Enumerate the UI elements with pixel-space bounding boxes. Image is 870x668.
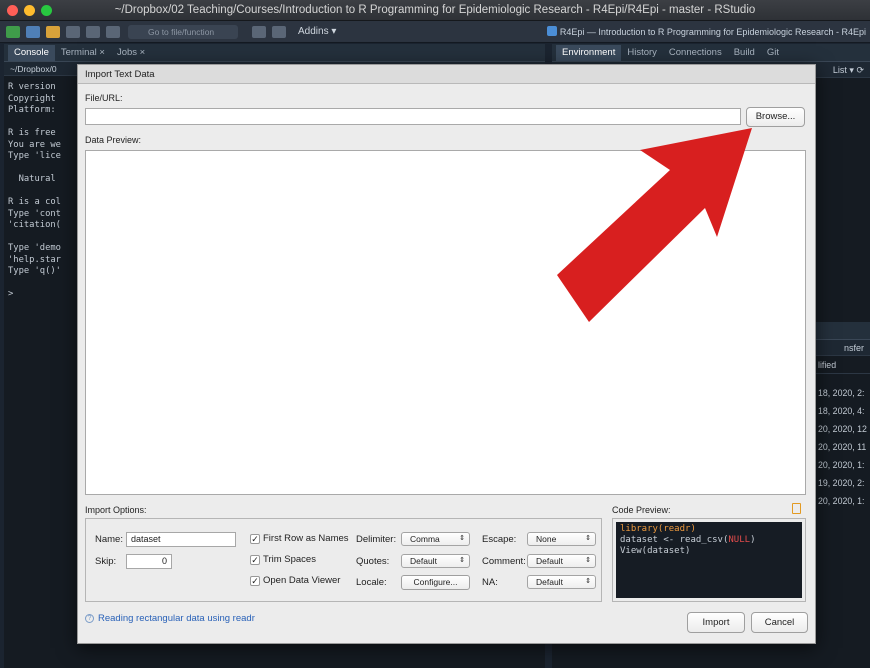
file-url-label: File/URL: (85, 93, 123, 103)
list-view-label: List ▾ (832, 65, 854, 75)
files-transfer-label[interactable]: nsfer (844, 343, 864, 353)
tab-environment[interactable]: Environment (556, 45, 622, 61)
code-preview-panel: library(readr) dataset <- read_csv(NULL)… (612, 518, 806, 602)
refresh-icon[interactable]: ⟳ (856, 65, 864, 75)
quotes-select[interactable]: Default ⇕ (401, 554, 470, 568)
import-options-panel: Name: dataset Skip: 0 ✓ First Row as Name… (85, 518, 602, 602)
open-viewer-label: Open Data Viewer (263, 575, 341, 586)
select-arrow-icon: ⇕ (585, 578, 591, 585)
window-title: ~/Dropbox/02 Teaching/Courses/Introducti… (114, 4, 756, 16)
select-arrow-icon: ⇕ (585, 535, 591, 542)
code-paren: ) (750, 535, 756, 545)
print-icon[interactable] (106, 25, 120, 38)
escape-value: None (536, 534, 557, 544)
na-value: Default (536, 577, 563, 587)
comment-value: Default (536, 556, 563, 566)
project-label: R4Epi — Introduction to R Programming fo… (559, 27, 866, 37)
delimiter-value: Comma (410, 534, 440, 544)
save-all-icon[interactable] (86, 25, 100, 38)
name-input[interactable]: dataset (126, 532, 236, 547)
cancel-button[interactable]: Cancel (751, 612, 808, 633)
import-options-label: Import Options: (85, 505, 147, 515)
escape-select[interactable]: None ⇕ (527, 532, 596, 546)
skip-input[interactable]: 0 (126, 554, 172, 569)
environment-tabs: Environment History Connections Build Gi… (552, 44, 870, 62)
select-arrow-icon: ⇕ (585, 557, 591, 564)
quotes-label: Quotes: (356, 556, 390, 567)
tab-history[interactable]: History (621, 45, 663, 61)
console-tabs: Console Terminal × Jobs × (4, 44, 545, 62)
code-preview[interactable]: library(readr) dataset <- read_csv(NULL)… (616, 522, 802, 598)
main-toolbar: Go to file/function Addins ▾ R4Epi — Int… (0, 21, 870, 43)
window-controls (7, 5, 52, 16)
open-file-icon[interactable] (46, 25, 60, 38)
minimize-window-icon[interactable] (24, 5, 35, 16)
delimiter-label: Delimiter: (356, 534, 397, 545)
trim-spaces-check-icon: ✓ (250, 554, 260, 565)
window-titlebar: ~/Dropbox/02 Teaching/Courses/Introducti… (0, 0, 870, 21)
code-line-view: View(dataset) (620, 546, 691, 556)
select-arrow-icon: ⇕ (459, 557, 465, 564)
help-link-text: Reading rectangular data using readr (98, 613, 255, 624)
code-preview-label: Code Preview: (612, 505, 671, 515)
import-text-data-dialog: Import Text Data File/URL: Browse... Dat… (77, 64, 816, 644)
trim-spaces-label: Trim Spaces (263, 554, 316, 565)
close-window-icon[interactable] (7, 5, 18, 16)
name-label: Name: (95, 534, 123, 545)
tab-jobs[interactable]: Jobs × (111, 45, 151, 61)
na-label: NA: (482, 577, 498, 588)
tab-build[interactable]: Build (728, 45, 761, 61)
na-select[interactable]: Default ⇕ (527, 575, 596, 589)
skip-label: Skip: (95, 556, 117, 567)
comment-label: Comment: (482, 556, 526, 567)
new-file-icon[interactable] (6, 25, 20, 38)
new-project-icon[interactable] (26, 25, 40, 38)
readr-help-link[interactable]: ? Reading rectangular data using readr (85, 613, 255, 624)
first-row-label: First Row as Names (263, 533, 349, 544)
tab-terminal[interactable]: Terminal × (55, 45, 111, 61)
locale-label: Locale: (356, 577, 387, 588)
project-icon (546, 26, 557, 36)
open-data-viewer-checkbox[interactable]: ✓ Open Data Viewer (250, 575, 340, 586)
first-row-check-icon: ✓ (250, 533, 260, 544)
save-icon[interactable] (66, 25, 80, 38)
data-preview-area (85, 150, 806, 495)
open-viewer-check-icon: ✓ (250, 575, 260, 586)
goto-file-input[interactable]: Go to file/function (128, 24, 238, 39)
comment-select[interactable]: Default ⇕ (527, 554, 596, 568)
tab-git[interactable]: Git (761, 45, 785, 61)
trim-spaces-checkbox[interactable]: ✓ Trim Spaces (250, 554, 316, 565)
select-arrow-icon: ⇕ (459, 535, 465, 542)
dialog-title: Import Text Data (78, 65, 815, 84)
code-null-token: NULL (728, 535, 751, 545)
copy-clipboard-icon[interactable] (792, 503, 801, 514)
zoom-window-icon[interactable] (41, 5, 52, 16)
project-menu[interactable]: R4Epi — Introduction to R Programming fo… (546, 21, 866, 43)
tab-console[interactable]: Console (8, 45, 55, 61)
data-preview-label: Data Preview: (85, 135, 142, 145)
escape-label: Escape: (482, 534, 517, 545)
code-line-library: library(readr) (620, 524, 696, 534)
help-icon: ? (85, 614, 94, 623)
addins-menu[interactable]: Addins ▾ (298, 26, 336, 37)
file-url-input[interactable] (85, 108, 741, 125)
locale-configure-button[interactable]: Configure... (401, 575, 470, 590)
first-row-as-names-checkbox[interactable]: ✓ First Row as Names (250, 533, 349, 544)
delimiter-select[interactable]: Comma ⇕ (401, 532, 470, 546)
import-button[interactable]: Import (687, 612, 745, 633)
code-tools-icon[interactable] (252, 25, 266, 38)
workspace-panes-icon[interactable] (272, 25, 286, 38)
browse-button[interactable]: Browse... (746, 107, 805, 127)
quotes-value: Default (410, 556, 437, 566)
tab-connections[interactable]: Connections (663, 45, 728, 61)
code-line-read: dataset <- read_csv( (620, 535, 729, 545)
